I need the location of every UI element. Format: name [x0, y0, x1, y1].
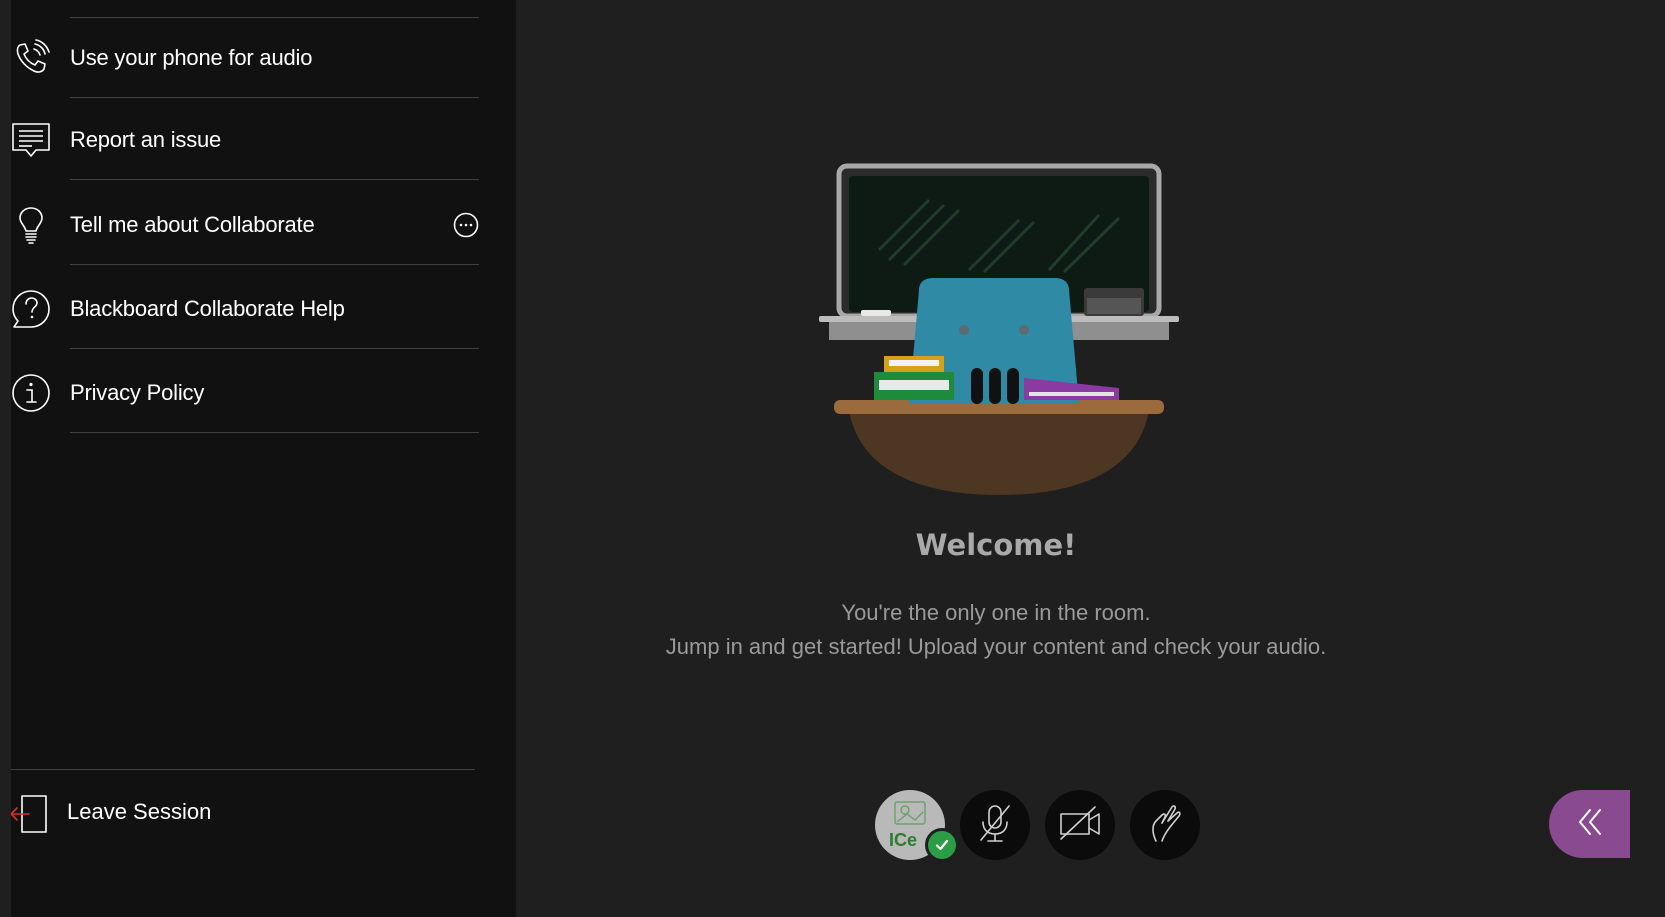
leave-session-button[interactable]: Leave Session [10, 784, 475, 840]
camera-toggle-button[interactable] [1045, 790, 1115, 860]
menu-divider [70, 264, 479, 265]
camera-off-icon [1059, 805, 1101, 845]
open-collaborate-panel-button[interactable] [1549, 790, 1630, 858]
main-stage: Welcome! You're the only one in the room… [516, 0, 1665, 917]
avatar-image-icon [893, 800, 927, 833]
menu-divider [70, 179, 479, 180]
status-check-icon [925, 828, 959, 862]
my-status-avatar-button[interactable]: ICe [875, 790, 959, 862]
avatar-initials: ICe [889, 830, 918, 850]
double-chevron-left-icon [1577, 807, 1603, 842]
menu-item-label: Tell me about Collaborate [70, 212, 315, 237]
report-issue-icon [11, 120, 51, 160]
menu-item-label: Blackboard Collaborate Help [70, 296, 345, 321]
raise-hand-icon [1148, 803, 1182, 848]
welcome-title: Welcome! [915, 528, 1077, 562]
info-icon [11, 373, 51, 413]
leave-session-label: Leave Session [67, 799, 212, 824]
welcome-message-line1: You're the only one in the room. [841, 600, 1151, 625]
menu-item-report-issue[interactable]: Report an issue [11, 100, 479, 180]
leave-session-icon [10, 794, 49, 839]
welcome-message-line2: Jump in and get started! Upload your con… [665, 634, 1327, 659]
menu-divider [70, 432, 479, 433]
menu-divider [70, 97, 479, 98]
help-icon [11, 289, 51, 329]
menu-item-phone-audio[interactable]: Use your phone for audio [11, 18, 479, 98]
menu-divider [11, 769, 475, 770]
session-menu-panel: Use your phone for audio Report an issue [10, 0, 516, 917]
phone-audio-icon [11, 38, 51, 78]
menu-item-collaborate-help[interactable]: Blackboard Collaborate Help [11, 269, 479, 349]
more-options-icon[interactable] [453, 212, 479, 238]
classroom-illustration [819, 160, 1179, 500]
raise-hand-button[interactable] [1130, 790, 1200, 860]
microphone-off-icon [977, 803, 1013, 848]
menu-item-privacy-policy[interactable]: Privacy Policy [11, 353, 479, 433]
menu-divider [70, 348, 479, 349]
menu-item-label: Privacy Policy [70, 380, 205, 405]
session-controls: ICe [875, 790, 1200, 862]
menu-item-about-collaborate[interactable]: Tell me about Collaborate [11, 185, 479, 265]
microphone-toggle-button[interactable] [960, 790, 1030, 860]
menu-item-label: Report an issue [70, 127, 222, 152]
collaborate-session: Use your phone for audio Report an issue [0, 0, 1665, 917]
menu-item-label: Use your phone for audio [70, 45, 313, 70]
lightbulb-icon [11, 205, 51, 245]
